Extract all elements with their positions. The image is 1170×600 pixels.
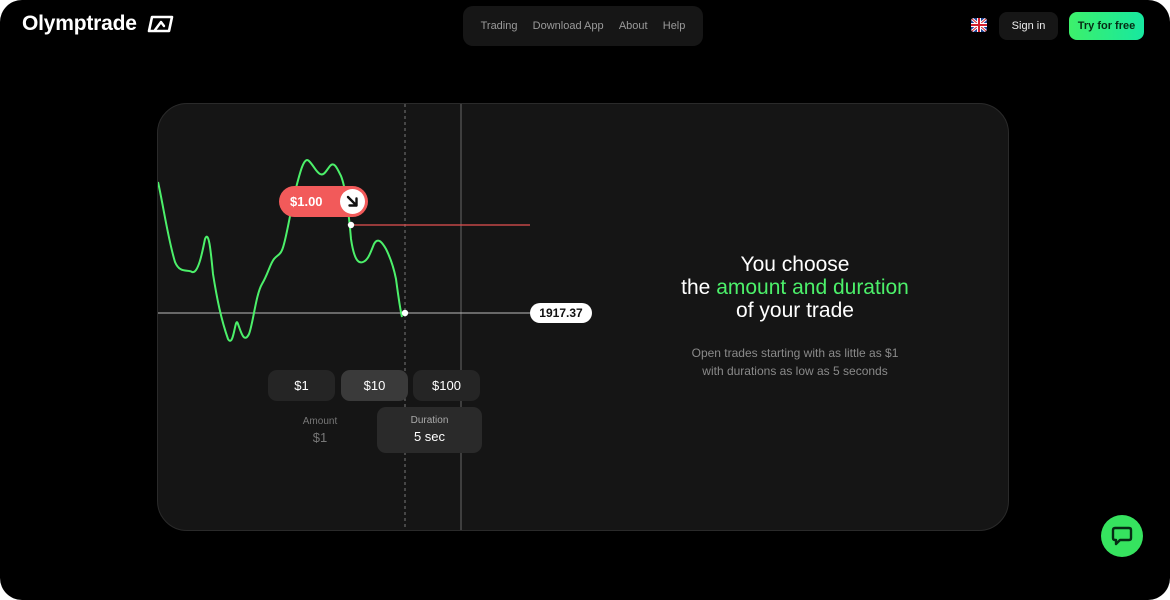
headline-line-1: You choose (740, 253, 850, 276)
main-nav: Trading Download App About Help (463, 6, 703, 46)
amount-field[interactable]: Amount $1 (268, 408, 372, 452)
headline-line-3: of your trade (736, 299, 854, 322)
amount-label: Amount (302, 416, 338, 427)
nav-about[interactable]: About (619, 20, 648, 32)
arrow-down-right-icon (340, 189, 365, 214)
chat-bubble-icon[interactable] (1101, 515, 1143, 557)
uk-flag-icon[interactable] (971, 18, 987, 32)
entry-point (347, 221, 355, 229)
amount-option-100[interactable]: $100 (413, 370, 480, 401)
price-curve (158, 159, 403, 342)
page: Olymptrade Trading Download App About He… (0, 0, 1170, 600)
sign-in-button[interactable]: Sign in (999, 12, 1058, 40)
subtext-line-1: Open trades starting with as little as $… (691, 346, 899, 360)
headline-highlight: amount and duration (716, 276, 909, 299)
nav-help[interactable]: Help (663, 20, 686, 32)
logo[interactable]: Olymptrade (22, 12, 176, 36)
price-level-label: 1917.37 (530, 303, 592, 323)
try-for-free-button[interactable]: Try for free (1069, 12, 1144, 40)
trade-demo-card: $1.00 1917.37 $1 $10 $100 Amount $1 Dura… (157, 103, 1009, 531)
amount-option-10[interactable]: $10 (341, 370, 408, 401)
duration-field[interactable]: Duration 5 sec (377, 407, 482, 453)
subtext-line-2: with durations as low as 5 seconds (702, 364, 888, 378)
nav-download-app[interactable]: Download App (533, 20, 604, 32)
logo-mark-icon (145, 14, 176, 34)
amount-value: $1 (312, 430, 328, 445)
amount-option-1[interactable]: $1 (268, 370, 335, 401)
current-point (401, 309, 409, 317)
hero-subtext: Open trades starting with as little as $… (638, 344, 952, 380)
hero-headline: You choose the amount and duration of yo… (628, 253, 962, 322)
price-tag: $1.00 (279, 186, 368, 217)
headline-prefix: the (681, 276, 711, 299)
logo-text: Olymptrade (22, 12, 137, 35)
price-tag-value: $1.00 (290, 194, 323, 209)
headline-line-2: the amount and duration (628, 276, 962, 299)
nav-trading[interactable]: Trading (481, 20, 518, 32)
duration-label: Duration (410, 415, 449, 426)
duration-value: 5 sec (413, 429, 446, 444)
